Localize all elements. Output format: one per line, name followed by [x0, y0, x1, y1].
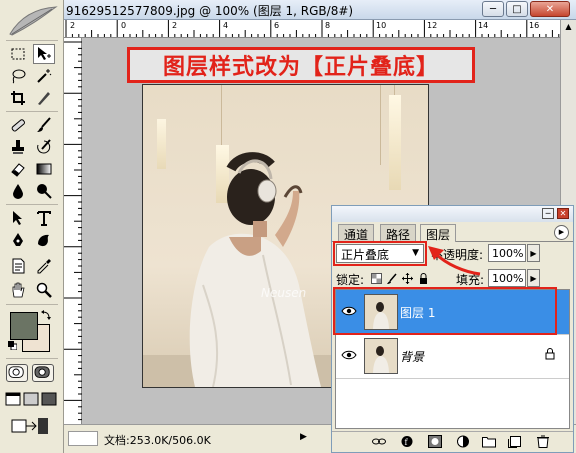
- ruler-tick-label: 2: [70, 21, 76, 30]
- brush-icon[interactable]: [33, 115, 55, 135]
- lock-transparent-icon[interactable]: [371, 273, 382, 284]
- document-title: 91629512577809.jpg @ 100% (图层 1, RGB/8#): [66, 4, 354, 18]
- document-title-bar[interactable]: 91629512577809.jpg @ 100% (图层 1, RGB/8#)…: [64, 0, 576, 20]
- panel-tabs: 通道 路径 图层: [332, 222, 573, 242]
- type-icon[interactable]: [33, 208, 55, 228]
- clone-stamp-icon[interactable]: [7, 137, 29, 157]
- tool-palette: [0, 0, 64, 453]
- maximize-icon: □: [512, 3, 522, 15]
- history-brush-icon[interactable]: [33, 137, 55, 157]
- foreground-color-swatch[interactable]: [10, 312, 38, 340]
- slice-icon[interactable]: [33, 88, 55, 108]
- ruler-tick-label: 2: [172, 21, 178, 30]
- layer-style-icon[interactable]: f: [400, 435, 414, 448]
- tab-channels[interactable]: 通道: [338, 224, 375, 242]
- ruler-tick-label: 4: [223, 21, 229, 30]
- notes-icon[interactable]: [7, 256, 29, 276]
- imageready-jump-icon[interactable]: [10, 416, 50, 436]
- gradient-icon[interactable]: [33, 159, 55, 179]
- photoshop-feather-icon: [9, 6, 58, 36]
- lock-position-icon[interactable]: [402, 273, 413, 284]
- maximize-button[interactable]: □: [506, 1, 528, 17]
- toolbox-separator: [6, 304, 58, 305]
- hand-icon[interactable]: [7, 280, 29, 300]
- toolbox-separator: [6, 111, 58, 112]
- path-selection-icon[interactable]: [7, 208, 29, 228]
- swap-colors-icon[interactable]: [40, 309, 52, 321]
- layer-thumbnail: [364, 338, 398, 374]
- close-icon: ✕: [559, 209, 567, 218]
- toolbox-separator: [6, 204, 58, 205]
- delete-layer-icon[interactable]: [536, 435, 550, 448]
- default-colors-icon[interactable]: [8, 341, 17, 350]
- scroll-up-icon[interactable]: ▲: [563, 22, 574, 34]
- zoom-icon[interactable]: [33, 280, 55, 300]
- opacity-slider-arrow[interactable]: ▶: [527, 244, 540, 262]
- layer-row-background[interactable]: 背景: [336, 334, 569, 379]
- layer-name: 背景: [400, 350, 425, 364]
- screen-mode-standard-icon[interactable]: [4, 390, 22, 408]
- fill-slider-arrow[interactable]: ▶: [527, 269, 540, 287]
- screen-mode-full-icon[interactable]: [40, 390, 58, 408]
- ruler-tick-label: 6: [274, 21, 280, 30]
- magic-wand-icon[interactable]: [33, 66, 55, 86]
- custom-shape-icon[interactable]: [33, 230, 55, 250]
- lasso-icon[interactable]: [7, 66, 29, 86]
- ruler-tick-label: 12: [427, 21, 438, 30]
- layer-highlight: [333, 287, 557, 335]
- standard-mode-button[interactable]: [6, 364, 28, 382]
- ruler-tick-label: 8: [325, 21, 331, 30]
- add-mask-icon[interactable]: [428, 435, 442, 448]
- lock-image-icon[interactable]: [387, 273, 398, 284]
- photo-watermark: Neusen: [261, 286, 306, 300]
- ruler-tick-label: 14: [478, 21, 489, 30]
- eraser-icon[interactable]: [7, 159, 29, 179]
- panel-close-button[interactable]: ✕: [557, 208, 569, 219]
- panel-minimize-button[interactable]: ─: [542, 208, 554, 219]
- horizontal-ruler[interactable]: 2 0 2 4 6 8 10 12 14 16: [64, 20, 560, 38]
- blend-mode-highlight: [333, 241, 427, 266]
- minimize-button[interactable]: ─: [482, 1, 504, 17]
- opacity-input[interactable]: 100%: [488, 244, 526, 262]
- quick-mask-mode-button[interactable]: [32, 364, 54, 382]
- close-icon: ✕: [545, 3, 555, 15]
- panel-menu-icon[interactable]: ▶: [554, 225, 569, 240]
- new-group-icon[interactable]: [482, 435, 496, 448]
- new-layer-icon[interactable]: [508, 435, 522, 448]
- zoom-level-field[interactable]: [68, 431, 98, 446]
- minimize-icon: ─: [489, 3, 497, 15]
- tab-paths[interactable]: 路径: [380, 224, 417, 242]
- link-layers-icon[interactable]: [372, 435, 386, 448]
- ruler-tick-label: 10: [376, 21, 387, 30]
- vertical-ruler[interactable]: [64, 38, 82, 424]
- crop-icon[interactable]: [7, 88, 29, 108]
- fill-input[interactable]: 100%: [488, 269, 526, 287]
- close-button[interactable]: ✕: [530, 1, 570, 17]
- ruler-tick-label: 16: [529, 21, 540, 30]
- status-menu-arrow-icon[interactable]: ▶: [300, 432, 307, 442]
- marquee-icon[interactable]: [7, 44, 29, 64]
- blur-icon[interactable]: [7, 181, 29, 201]
- annotation-arrow: [428, 246, 481, 276]
- panel-title-bar[interactable]: ─ ✕: [332, 206, 573, 222]
- adjustment-layer-icon[interactable]: [456, 435, 470, 448]
- toolbox-separator: [6, 40, 58, 41]
- dodge-icon[interactable]: [33, 181, 55, 201]
- lock-icon: [545, 348, 555, 360]
- minimize-icon: ─: [545, 209, 551, 218]
- healing-brush-icon[interactable]: [7, 115, 29, 135]
- lock-label: 锁定:: [336, 273, 365, 287]
- eye-icon: [341, 350, 357, 360]
- ruler-ticks: [64, 41, 82, 421]
- toolbox-separator: [6, 358, 58, 359]
- document-size-info: 文档:253.0K/506.0K: [104, 434, 211, 447]
- screen-mode-menu-icon[interactable]: [22, 390, 40, 408]
- visibility-toggle[interactable]: [338, 343, 360, 367]
- annotation-banner: 图层样式改为【正片叠底】: [127, 47, 475, 83]
- ruler-tick-label: 0: [121, 21, 127, 30]
- eyedropper-icon[interactable]: [33, 256, 55, 276]
- move-icon[interactable]: [33, 44, 55, 64]
- layers-bottom-bar: f: [332, 431, 573, 452]
- pen-icon[interactable]: [7, 230, 29, 250]
